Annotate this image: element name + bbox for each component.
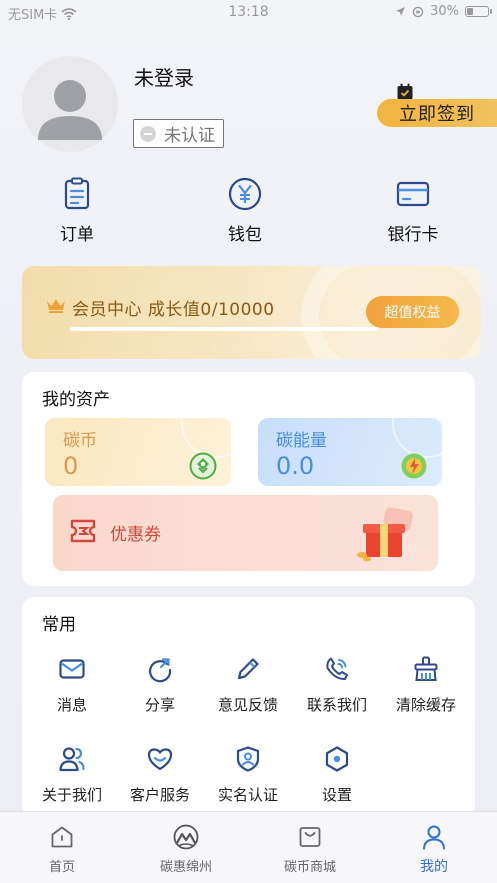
my-assets-card: 我的资产 碳币 0 碳能量 0.0 优惠券 [22, 372, 475, 586]
order-button[interactable]: 订单 [27, 176, 127, 245]
share-label: 分享 [144, 696, 175, 714]
growth-progress-fill [70, 327, 378, 331]
home-icon [51, 826, 73, 848]
customer-service-button[interactable]: 客户服务 [115, 745, 205, 805]
tab-carbon-mall-label: 碳币商城 [283, 860, 336, 875]
member-center-title: 会员中心 成长值0/10000 [72, 300, 275, 320]
carbon-coin-tile[interactable]: 碳币 0 [45, 418, 231, 486]
about-us-button[interactable]: 关于我们 [27, 745, 117, 805]
broom-icon [414, 656, 438, 681]
feedback-label: 意见反馈 [217, 696, 278, 714]
real-name-auth-label: 实名认证 [217, 786, 278, 804]
tab-carbon-mianzhou-label: 碳惠绵州 [159, 860, 212, 875]
order-label: 订单 [60, 225, 94, 245]
bottom-tab-bar: 首页 碳惠绵州 碳币商城 我的 [0, 811, 497, 883]
share-icon [148, 658, 172, 683]
tab-carbon-mall[interactable]: 碳币商城 [255, 824, 365, 875]
customer-service-label: 客户服务 [129, 786, 190, 804]
perk-label: 超值权益 [384, 305, 441, 321]
heart-icon [147, 748, 173, 771]
tab-home[interactable]: 首页 [7, 824, 117, 875]
tab-carbon-mianzhou[interactable]: 碳惠绵州 [131, 824, 241, 875]
settings-label: 设置 [321, 786, 352, 804]
carbon-energy-icon [401, 453, 427, 479]
battery-icon [465, 6, 492, 17]
messages-button[interactable]: 消息 [27, 655, 117, 715]
share-button[interactable]: 分享 [115, 655, 205, 715]
bank-card-label: 银行卡 [387, 225, 439, 245]
bank-card-icon [396, 181, 430, 207]
bank-card-button[interactable]: 银行卡 [363, 176, 463, 245]
messages-label: 消息 [56, 696, 87, 714]
clear-cache-label: 清除缓存 [395, 696, 456, 714]
orientation-lock-icon [412, 6, 424, 17]
coupon-label: 优惠券 [110, 525, 161, 545]
clear-cache-button[interactable]: 清除缓存 [381, 655, 471, 715]
carbon-energy-tile[interactable]: 碳能量 0.0 [258, 418, 442, 486]
avatar[interactable] [22, 56, 118, 152]
minus-circle-icon [140, 125, 156, 142]
wallet-button[interactable]: 钱包 [195, 176, 295, 245]
assets-title: 我的资产 [42, 390, 110, 410]
wallet-label: 钱包 [228, 225, 262, 245]
status-bar: 无SIM卡 13:18 30% [0, 0, 497, 26]
location-arrow-icon [396, 7, 406, 16]
about-us-label: 关于我们 [41, 786, 102, 804]
feedback-button[interactable]: 意见反馈 [203, 655, 293, 715]
shop-icon [299, 827, 321, 847]
crown-icon [47, 299, 65, 313]
battery-percent: 30% [430, 4, 459, 19]
common-functions-card: 常用 消息 分享 意见反馈 联系我们 清除缓存 关于我们 客户服务 实名认证 设… [22, 597, 475, 817]
wallet-icon [228, 177, 262, 211]
settings-button[interactable]: 设置 [292, 745, 382, 805]
coupon-tile[interactable]: 优惠券 [53, 495, 438, 571]
username[interactable]: 未登录 [134, 62, 194, 91]
member-center-banner[interactable]: 会员中心 成长值0/10000 超值权益 [22, 266, 481, 359]
real-name-auth-button[interactable]: 实名认证 [203, 745, 293, 805]
carbon-coin-value: 0 [63, 452, 79, 480]
default-avatar-icon [38, 80, 102, 140]
perk-button[interactable]: 超值权益 [366, 296, 459, 328]
carbon-energy-value: 0.0 [276, 452, 315, 480]
carbon-coin-icon [189, 452, 217, 480]
contact-us-label: 联系我们 [306, 696, 367, 714]
growth-progress-bar [70, 327, 378, 331]
checkin-label: 立即签到 [399, 104, 475, 125]
auth-status-label: 未认证 [164, 126, 215, 146]
phone-icon [326, 657, 348, 681]
checkin-button[interactable]: 立即签到 [377, 99, 497, 127]
carbon-energy-label: 碳能量 [276, 431, 327, 451]
shield-user-icon [236, 746, 260, 772]
order-icon [64, 177, 90, 210]
mountain-logo-icon [173, 824, 199, 850]
auth-status-badge[interactable]: 未认证 [133, 119, 224, 148]
settings-icon [325, 746, 349, 772]
tab-mine[interactable]: 我的 [379, 824, 489, 876]
coupon-icon [70, 519, 96, 543]
contact-us-button[interactable]: 联系我们 [292, 655, 382, 715]
tab-home-label: 首页 [48, 860, 75, 875]
gift-box-icon [357, 507, 414, 562]
status-right: 30% [395, 4, 492, 19]
common-title: 常用 [42, 615, 76, 635]
pencil-icon [237, 658, 259, 680]
carbon-coin-label: 碳币 [63, 431, 97, 451]
tab-mine-label: 我的 [420, 859, 448, 875]
mail-icon [59, 659, 85, 679]
person-icon [423, 825, 445, 850]
users-icon [59, 747, 85, 772]
battery-level [467, 8, 473, 15]
